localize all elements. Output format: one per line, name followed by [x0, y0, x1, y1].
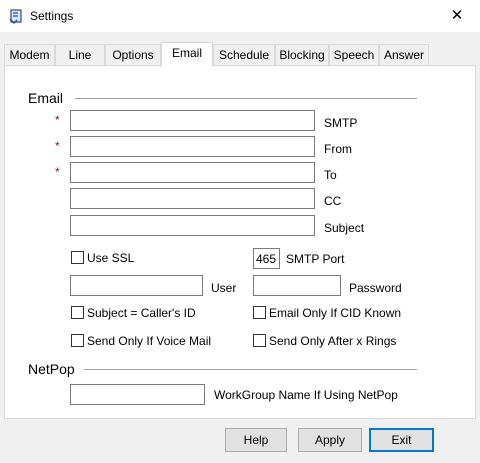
- email-only-cid-checkbox[interactable]: [253, 306, 266, 319]
- subject-label: Subject: [324, 221, 365, 235]
- user-label: User: [211, 281, 237, 295]
- tab-line[interactable]: Line: [55, 44, 105, 66]
- password-input[interactable]: [253, 275, 341, 296]
- subject-caller-id-label: Subject = Caller's ID: [87, 306, 196, 320]
- close-button[interactable]: ✕: [434, 0, 480, 32]
- workgroup-name-label: WorkGroup Name If Using NetPop: [214, 388, 398, 402]
- to-label: To: [324, 168, 337, 182]
- tab-modem[interactable]: Modem: [4, 44, 55, 66]
- email-group-label: Email: [28, 90, 64, 106]
- cc-label: CC: [324, 194, 342, 208]
- from-input[interactable]: [70, 136, 315, 157]
- tab-speech[interactable]: Speech: [329, 44, 379, 66]
- subject-input[interactable]: [70, 215, 315, 236]
- smtp-input[interactable]: [70, 110, 315, 131]
- smtp-required-marker: *: [55, 113, 60, 127]
- from-required-marker: *: [55, 139, 60, 153]
- close-icon: ✕: [450, 7, 464, 24]
- to-input[interactable]: [70, 162, 315, 183]
- send-only-voice-mail-label: Send Only If Voice Mail: [87, 334, 212, 348]
- cc-input[interactable]: [70, 188, 315, 209]
- netpop-group-divider: [84, 369, 417, 370]
- subject-caller-id-checkbox[interactable]: [71, 306, 84, 319]
- tab-options[interactable]: Options: [105, 44, 161, 66]
- email-only-cid-label: Email Only If CID Known: [269, 306, 402, 320]
- send-only-after-rings-label: Send Only After x Rings: [269, 334, 397, 348]
- smtp-port-label: SMTP Port: [286, 252, 345, 266]
- send-only-after-rings-checkbox[interactable]: [253, 334, 266, 347]
- password-label: Password: [349, 281, 402, 295]
- workgroup-name-input[interactable]: [70, 384, 205, 405]
- smtp-label: SMTP: [324, 116, 358, 130]
- use-ssl-checkbox[interactable]: [71, 251, 84, 264]
- exit-button[interactable]: Exit: [369, 428, 434, 452]
- help-button[interactable]: Help: [225, 428, 287, 452]
- title-bar: Settings ✕: [0, 0, 480, 32]
- netpop-group-label: NetPop: [28, 361, 75, 377]
- send-only-voice-mail-checkbox[interactable]: [71, 334, 84, 347]
- use-ssl-label: Use SSL: [87, 251, 135, 265]
- from-label: From: [324, 142, 352, 156]
- tab-answer[interactable]: Answer: [379, 44, 429, 66]
- window-title: Settings: [30, 9, 74, 23]
- email-group-divider: [75, 98, 417, 99]
- user-input[interactable]: [70, 275, 203, 296]
- tab-blocking[interactable]: Blocking: [275, 44, 329, 66]
- to-required-marker: *: [55, 165, 60, 179]
- smtp-port-input[interactable]: [253, 248, 280, 269]
- settings-app-icon: [9, 9, 22, 24]
- tab-schedule[interactable]: Schedule: [213, 44, 275, 66]
- tab-email[interactable]: Email: [161, 42, 213, 67]
- apply-button[interactable]: Apply: [298, 428, 362, 452]
